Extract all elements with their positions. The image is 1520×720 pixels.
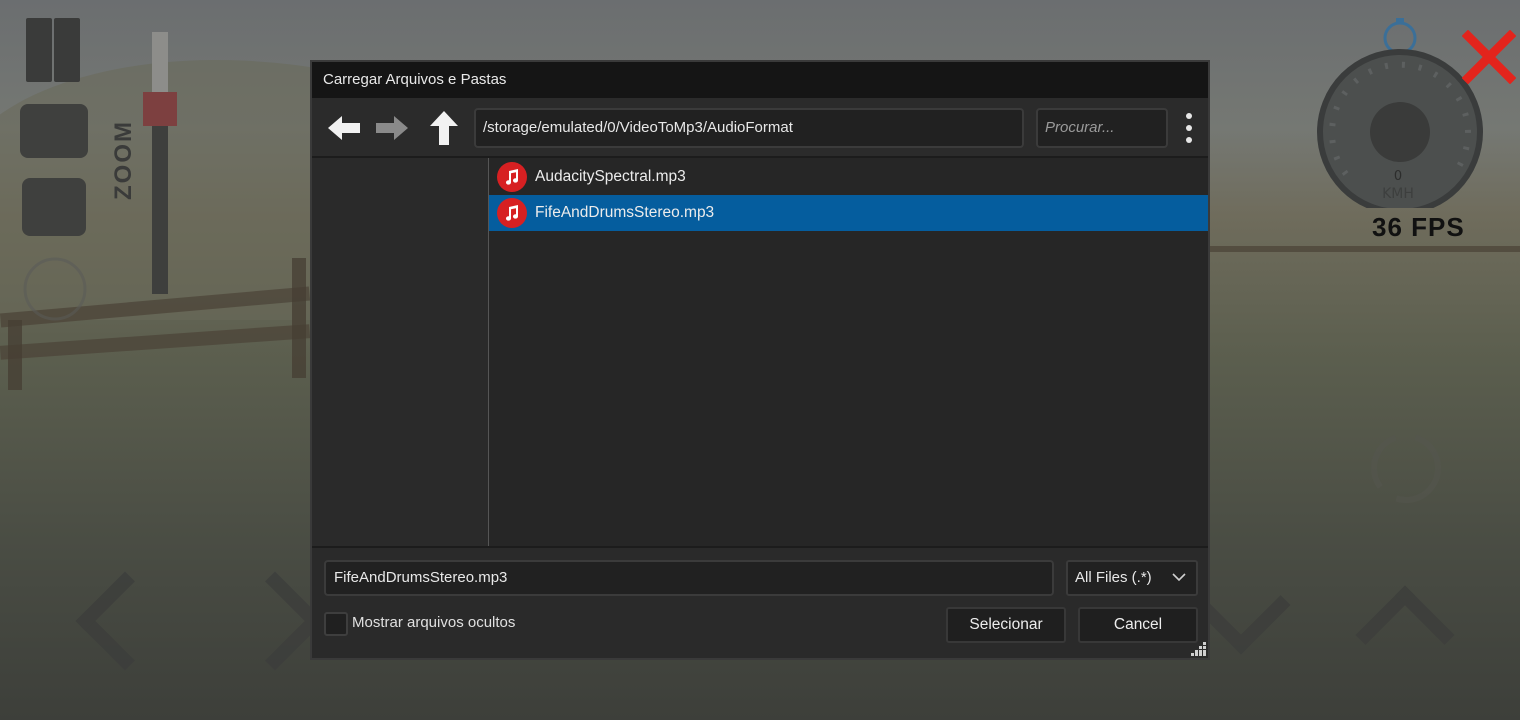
music-note-icon xyxy=(497,162,527,192)
cancel-button[interactable]: Cancel xyxy=(1078,607,1198,643)
file-row[interactable]: AudacitySpectral.mp3 xyxy=(489,159,1208,195)
car-camera-icon[interactable] xyxy=(22,178,86,236)
zoom-slider[interactable] xyxy=(152,32,168,294)
file-row-selected[interactable]: FifeAndDrumsStereo.mp3 xyxy=(489,195,1208,231)
zoom-label: ZOOM xyxy=(110,120,137,200)
resize-grip-icon[interactable] xyxy=(1189,641,1207,657)
up-directory-icon[interactable] xyxy=(424,110,464,146)
stopwatch-icon xyxy=(1383,21,1417,55)
zoom-slider-knob[interactable] xyxy=(143,92,177,126)
places-sidebar[interactable] xyxy=(312,158,489,546)
fence-rail xyxy=(1210,246,1520,252)
show-hidden-label: Mostrar arquivos ocultos xyxy=(352,614,516,631)
path-input[interactable]: /storage/emulated/0/VideoToMp3/AudioForm… xyxy=(474,108,1024,148)
steer-left-icon[interactable] xyxy=(75,571,175,671)
dialog-content: AudacitySpectral.mp3 FifeAndDrumsStereo.… xyxy=(312,158,1208,546)
file-name: FifeAndDrumsStereo.mp3 xyxy=(535,204,715,221)
forward-arrow-icon[interactable] xyxy=(372,110,412,146)
file-type-value: All Files (.*) xyxy=(1075,569,1152,586)
dialog-footer: FifeAndDrumsStereo.mp3 All Files (.*) Mo… xyxy=(312,546,1208,658)
file-dialog: Carregar Arquivos e Pastas /storage/emul… xyxy=(310,60,1210,660)
fence-post xyxy=(292,258,306,378)
search-input[interactable]: Procurar... xyxy=(1036,108,1168,148)
pause-icon-bar-right xyxy=(54,18,80,82)
close-icon[interactable] xyxy=(1462,30,1516,84)
dialog-toolbar: /storage/emulated/0/VideoToMp3/AudioForm… xyxy=(312,98,1208,158)
dialog-title: Carregar Arquivos e Pastas xyxy=(312,62,1208,98)
fps-counter: 36 FPS xyxy=(1372,212,1465,242)
speed-unit: KMH xyxy=(1382,186,1414,202)
steering-icon[interactable] xyxy=(22,256,88,322)
speedometer: 0 KMH xyxy=(1317,18,1483,208)
filename-input[interactable]: FifeAndDrumsStereo.mp3 xyxy=(324,560,1054,596)
speed-value: 0 xyxy=(1394,169,1402,184)
chevron-down-icon xyxy=(1172,573,1186,582)
accelerate-icon[interactable] xyxy=(1355,585,1455,685)
show-hidden-checkbox[interactable] xyxy=(324,612,348,636)
pause-icon-bar-left xyxy=(26,18,52,82)
file-type-select[interactable]: All Files (.*) xyxy=(1066,560,1198,596)
fence-post xyxy=(8,320,22,390)
file-list: AudacitySpectral.mp3 FifeAndDrumsStereo.… xyxy=(489,158,1208,546)
fence-rail xyxy=(0,324,311,360)
reset-icon[interactable] xyxy=(1366,428,1446,508)
music-note-icon xyxy=(497,198,527,228)
more-options-icon[interactable] xyxy=(1178,110,1200,146)
select-button[interactable]: Selecionar xyxy=(946,607,1066,643)
back-arrow-icon[interactable] xyxy=(324,110,364,146)
camera-icon[interactable] xyxy=(20,104,88,158)
file-name: AudacitySpectral.mp3 xyxy=(535,168,686,185)
